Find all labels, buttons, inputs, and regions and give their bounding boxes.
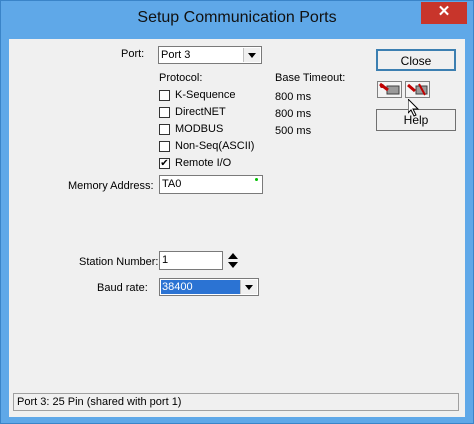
title-bar[interactable]: Setup Communication Ports ✕ <box>1 1 473 39</box>
baud-rate-select[interactable]: 38400 <box>159 278 259 296</box>
protocol-header: Protocol: <box>159 72 203 84</box>
checkbox-non-seq-ascii[interactable] <box>159 141 170 152</box>
port-connect-button[interactable] <box>377 81 402 98</box>
port-disconnect-icon <box>407 83 428 96</box>
close-button[interactable]: Close <box>376 49 456 71</box>
setup-communication-ports-window: Setup Communication Ports ✕ Port: Port 3… <box>0 0 474 424</box>
station-number-spinner[interactable] <box>227 251 239 270</box>
checkbox-directnet[interactable] <box>159 107 170 118</box>
remote-io-label[interactable]: Remote I/O <box>175 157 231 169</box>
baud-rate-value: 38400 <box>162 281 193 293</box>
port-connect-icon <box>379 82 400 95</box>
station-number-label: Station Number: <box>79 256 159 268</box>
mouse-cursor-icon <box>408 99 420 117</box>
station-number-input[interactable]: 1 <box>159 251 223 270</box>
window-title: Setup Communication Ports <box>137 9 337 26</box>
base-timeout-header: Base Timeout: <box>275 72 346 84</box>
station-number-value: 1 <box>162 254 169 266</box>
modbus-timeout: 500 ms <box>275 125 312 137</box>
k-sequence-timeout: 800 ms <box>275 91 312 103</box>
directnet-timeout: 800 ms <box>275 108 312 120</box>
status-text: Port 3: 25 Pin (shared with port 1) <box>17 396 182 408</box>
directnet-label[interactable]: DirectNET <box>175 106 226 118</box>
status-bar: Port 3: 25 Pin (shared with port 1) <box>13 393 459 411</box>
port-label: Port: <box>121 48 145 60</box>
chevron-down-icon[interactable] <box>240 280 257 294</box>
memory-address-label: Memory Address: <box>68 180 154 192</box>
spinner-arrows-icon[interactable] <box>227 251 239 270</box>
chevron-down-icon[interactable] <box>243 48 260 62</box>
port-disconnect-button[interactable] <box>405 81 430 98</box>
port-select[interactable]: Port 3 <box>158 46 262 64</box>
memory-address-value: TA0 <box>162 178 182 190</box>
non-seq-ascii-label[interactable]: Non-Seq(ASCII) <box>175 140 254 152</box>
checkbox-k-sequence[interactable] <box>159 90 170 101</box>
modbus-label[interactable]: MODBUS <box>175 123 223 135</box>
memory-address-input[interactable]: TA0 <box>159 175 263 194</box>
checkbox-remote-io[interactable]: ✔ <box>159 158 170 169</box>
baud-rate-label: Baud rate: <box>97 282 148 294</box>
checkbox-modbus[interactable] <box>159 124 170 135</box>
dialog-body: Port: Port 3 Protocol: Base Timeout: K-S… <box>9 39 465 417</box>
port-select-value: Port 3 <box>161 49 191 61</box>
k-sequence-label[interactable]: K-Sequence <box>175 89 236 101</box>
window-close-icon[interactable]: ✕ <box>421 2 467 24</box>
status-indicator-dot <box>255 178 258 181</box>
